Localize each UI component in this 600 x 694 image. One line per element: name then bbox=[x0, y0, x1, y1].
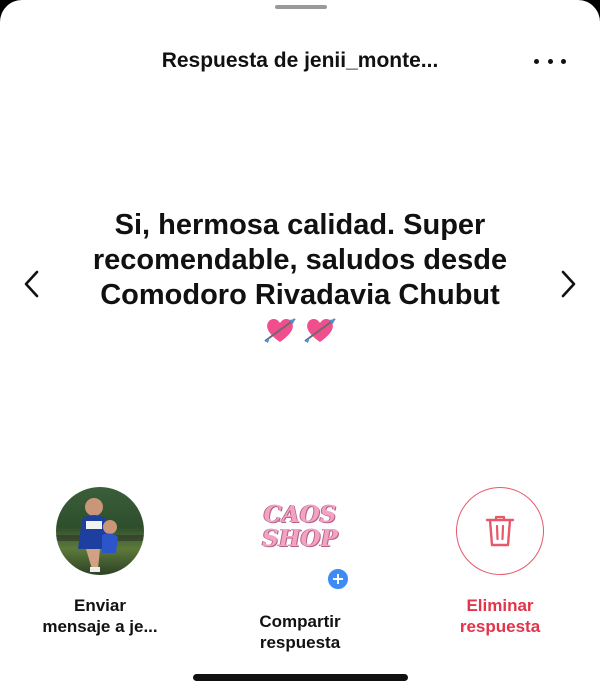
header: Respuesta de jenii_monte... bbox=[0, 44, 600, 78]
next-button[interactable] bbox=[550, 266, 586, 302]
heart-with-arrow-emoji bbox=[264, 318, 296, 343]
send-message-label-line2: mensaje a je... bbox=[42, 617, 158, 636]
delete-reply-label-line2: respuesta bbox=[459, 617, 541, 636]
sheet-grabber[interactable] bbox=[275, 5, 327, 9]
avatar bbox=[56, 487, 144, 575]
delete-circle bbox=[456, 487, 544, 575]
home-indicator[interactable] bbox=[193, 674, 408, 681]
more-options-button[interactable] bbox=[534, 56, 566, 66]
shop-logo-container: CAOS SHOP bbox=[256, 501, 350, 591]
delete-reply-label-line1: Eliminar bbox=[466, 596, 534, 615]
reply-message: Si, hermosa calidad. Super recomendable,… bbox=[70, 208, 530, 345]
chevron-right-icon bbox=[561, 270, 576, 298]
share-reply-button[interactable]: CAOS SHOP Compartir respuesta bbox=[215, 487, 385, 653]
previous-button[interactable] bbox=[14, 266, 50, 302]
avatar-photo bbox=[56, 498, 144, 572]
page-title: Respuesta de jenii_monte... bbox=[161, 49, 439, 72]
reply-emojis bbox=[70, 315, 530, 345]
plus-icon bbox=[326, 567, 350, 591]
send-message-label-line1: Enviar bbox=[74, 596, 126, 615]
trash-icon bbox=[485, 515, 515, 547]
more-horizontal-icon bbox=[534, 58, 539, 64]
heart-with-arrow-emoji bbox=[304, 318, 336, 343]
caos-shop-logo: CAOS SHOP bbox=[262, 501, 338, 552]
share-reply-label-line2: respuesta bbox=[259, 633, 341, 652]
reply-actions: Enviar mensaje a je... CAOS SHOP Compart… bbox=[0, 487, 600, 652]
share-reply-label-line1: Compartir bbox=[259, 612, 341, 631]
send-message-button[interactable]: Enviar mensaje a je... bbox=[15, 487, 185, 637]
chevron-left-icon bbox=[24, 270, 39, 298]
reply-sheet: Respuesta de jenii_monte... Si, hermosa … bbox=[0, 0, 600, 694]
reply-text: Si, hermosa calidad. Super recomendable,… bbox=[92, 209, 508, 311]
delete-reply-button[interactable]: Eliminar respuesta bbox=[415, 487, 585, 637]
